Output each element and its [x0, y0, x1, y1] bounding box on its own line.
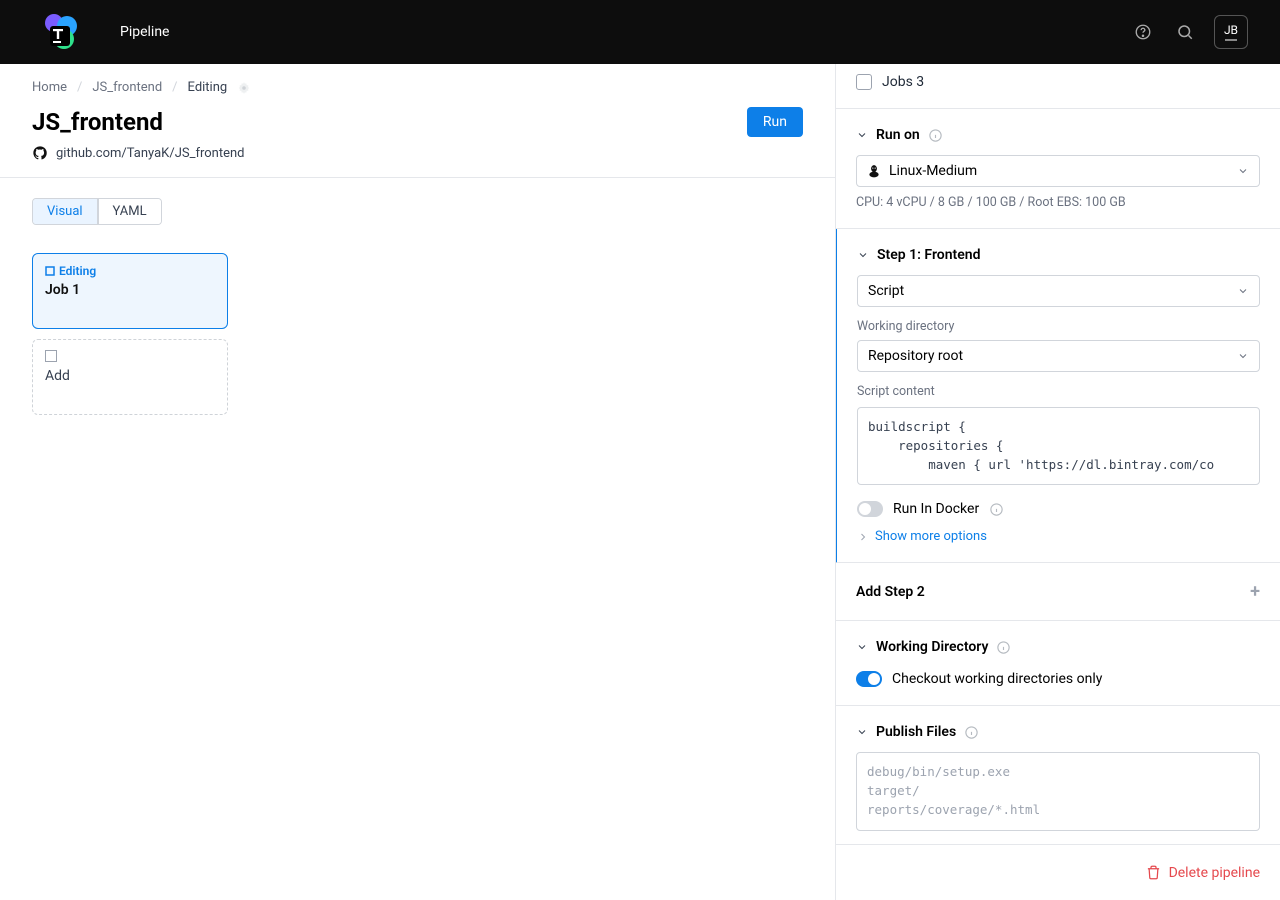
script-content-input[interactable]: buildscript { repositories { maven { url… [857, 407, 1260, 485]
add-label: Add [45, 368, 215, 384]
checkbox-job[interactable] [856, 74, 872, 90]
repo-link[interactable]: github.com/TanyaK/JS_frontend [56, 146, 245, 161]
checkout-wd-toggle[interactable] [856, 671, 882, 687]
chevron-down-icon [1237, 350, 1249, 362]
plus-icon: + [1250, 581, 1260, 602]
linux-icon [867, 164, 881, 178]
teamcity-logo [40, 12, 80, 52]
publish-files-input[interactable]: debug/bin/setup.exe target/ reports/cove… [856, 752, 1260, 830]
run-on-select[interactable]: Linux-Medium [856, 155, 1260, 187]
docker-label: Run In Docker [893, 501, 979, 517]
breadcrumb-separator: / [172, 80, 177, 95]
chevron-right-icon [857, 531, 869, 543]
page-title: JS_frontend [32, 108, 163, 136]
info-icon [989, 502, 1004, 517]
step-type-select[interactable]: Script [857, 275, 1260, 307]
nav-pipeline[interactable]: Pipeline [120, 24, 170, 40]
job-card[interactable]: Editing Job 1 [32, 253, 228, 329]
docker-toggle[interactable] [857, 501, 883, 517]
working-dir-select[interactable]: Repository root [857, 340, 1260, 372]
run-on-value: Linux-Medium [889, 163, 977, 179]
tab-visual[interactable]: Visual [33, 199, 98, 224]
breadcrumb-project[interactable]: JS_frontend [92, 80, 162, 95]
chevron-down-icon [1237, 285, 1249, 297]
checkout-wd-label: Checkout working directories only [892, 671, 1102, 687]
run-on-meta: CPU: 4 vCPU / 8 GB / 100 GB / Root EBS: … [856, 195, 1260, 210]
avatar[interactable]: JB [1214, 15, 1248, 49]
job-name: Job 1 [45, 282, 215, 298]
section-step-1[interactable]: Step 1: Frontend [857, 247, 1260, 263]
working-dir-value: Repository root [868, 348, 963, 364]
section-run-on[interactable]: Run on [856, 127, 1260, 143]
add-job-card[interactable]: Add [32, 339, 228, 415]
avatar-initials: JB [1224, 23, 1238, 37]
info-icon [928, 128, 943, 143]
breadcrumb-separator: / [77, 80, 82, 95]
info-icon [964, 725, 979, 740]
info-icon [996, 640, 1011, 655]
help-icon[interactable] [1130, 19, 1156, 45]
search-icon[interactable] [1172, 19, 1198, 45]
trash-icon [1146, 865, 1161, 880]
chevron-down-icon [857, 249, 869, 261]
editing-badge: Editing [45, 264, 215, 278]
gear-icon[interactable] [237, 81, 251, 95]
top-header: Pipeline JB [0, 0, 1280, 64]
breadcrumb-home[interactable]: Home [32, 80, 67, 95]
section-working-directory[interactable]: Working Directory [856, 639, 1260, 655]
step-type-value: Script [868, 283, 904, 299]
wd-label: Working directory [857, 319, 1260, 334]
github-icon [32, 145, 48, 161]
delete-pipeline-button[interactable]: Delete pipeline [1146, 865, 1260, 881]
chevron-down-icon [856, 641, 868, 653]
view-toggle: Visual YAML [32, 198, 162, 225]
add-step-button[interactable]: Add Step 2 + [836, 563, 1280, 621]
chevron-down-icon [856, 129, 868, 141]
run-button[interactable]: Run [747, 107, 803, 137]
avatar-underline [1225, 39, 1237, 41]
dep-item-label: Jobs 3 [882, 74, 924, 90]
script-label: Script content [857, 384, 1260, 399]
section-publish-files[interactable]: Publish Files [856, 724, 1260, 740]
add-square-icon [45, 350, 57, 362]
chevron-down-icon [1237, 165, 1249, 177]
breadcrumb-current: Editing [188, 80, 228, 95]
show-more-link[interactable]: Show more options [857, 529, 1260, 544]
tab-yaml[interactable]: YAML [98, 199, 161, 224]
breadcrumb: Home / JS_frontend / Editing [32, 72, 803, 103]
right-panel-footer: Delete pipeline [836, 844, 1280, 900]
chevron-down-icon [856, 726, 868, 738]
